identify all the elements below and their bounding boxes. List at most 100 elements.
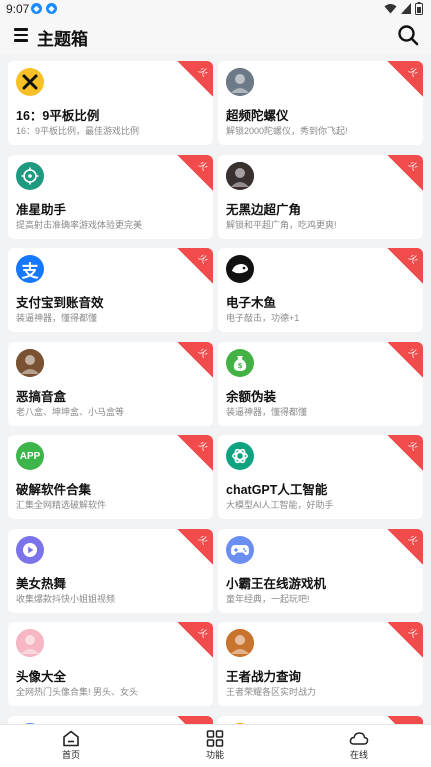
tab-online[interactable]: 在线 <box>329 730 389 761</box>
hot-badge: 火 <box>387 622 423 658</box>
feature-card[interactable]: 电子木鱼电子敲击，功德+1 火 <box>218 248 423 332</box>
bottom-tab-bar: 首页 功能 在线 <box>0 724 431 767</box>
feature-card-title: 头像大全 <box>16 670 67 684</box>
hot-badge-label: 火 <box>406 65 420 79</box>
feature-card-title: 超频陀螺仪 <box>226 109 289 123</box>
feature-card-description: 解锁2000陀螺仪，秀到你飞起! <box>226 126 348 136</box>
feature-card[interactable]: 王者战力查询 王者荣耀各区实时战力 火 <box>218 622 423 706</box>
feature-card[interactable]: 小霸王在线游戏机童年经典，一起玩吧! 火 <box>218 528 423 613</box>
signal-icon <box>401 3 411 14</box>
player-avatar-icon <box>226 68 254 96</box>
hot-badge: 火 <box>387 528 423 565</box>
feature-card-title: 恶搞音盒 <box>16 389 67 404</box>
feature-card-description: 提高射击准确率游戏体验更完美 <box>16 219 143 230</box>
feature-card-description: 全网热门头像合集! 男头、女头 <box>16 687 139 697</box>
feature-card[interactable]: chatGPT人工智能大模型AI人工智能，好助手 火 <box>218 435 423 519</box>
home-icon <box>63 730 79 747</box>
feature-card[interactable]: 头像大全全网热门头像合集! 男头、女头 火 <box>8 622 213 706</box>
hot-badge: 火 <box>387 154 423 191</box>
feature-card[interactable]: 准星助手 提高射击准确率游戏体验更完美 火 <box>8 154 213 239</box>
hot-badge: 火 <box>177 622 213 658</box>
hot-badge-label: 火 <box>406 626 420 640</box>
feature-card-title: 支付宝到账音效 <box>16 296 104 310</box>
app-icon: APP <box>16 442 44 470</box>
openai-icon <box>226 442 254 470</box>
girl-avatar-icon <box>16 629 44 657</box>
status-icons <box>384 2 423 15</box>
grid-icon <box>206 730 224 747</box>
feature-card-description: 装逼神器，懂得都懂 <box>226 406 308 417</box>
hot-badge-label: 火 <box>196 345 210 360</box>
hot-badge-label: 火 <box>196 252 210 266</box>
status-time: 9:07 <box>6 2 30 16</box>
feature-card-partial[interactable] <box>218 715 423 724</box>
feature-card-partial[interactable] <box>8 715 213 724</box>
feature-card[interactable]: 无黑边超广角解锁和平超广角，吃鸡更爽! 火 <box>218 154 423 239</box>
crosshair-icon <box>16 161 44 190</box>
man-avatar-icon <box>16 348 44 377</box>
tab-functions-label: 功能 <box>205 750 224 760</box>
feature-card-title: chatGPT人工智能 <box>226 483 328 497</box>
feature-card-description: 装逼神器，懂得都懂 <box>16 313 98 323</box>
feature-card[interactable]: 16：9平板比例 16：9平板比例，最佳游戏比例 火 <box>8 61 213 145</box>
feature-card-description: 童年经典，一起玩吧! <box>226 593 310 604</box>
helmet-avatar-icon <box>226 161 254 190</box>
feature-card-title: 王者战力查询 <box>226 670 302 684</box>
feature-card[interactable]: 支支付宝到账音效装逼神器，懂得都懂 火 <box>8 248 213 332</box>
hot-badge: 火 <box>177 341 213 378</box>
feature-card-description: 汇集全网精选破解软件 <box>16 500 107 510</box>
hot-badge-label: 火 <box>196 626 210 640</box>
hot-badge: 火 <box>387 341 423 378</box>
hot-badge: 火 <box>387 248 423 284</box>
feature-card-description: 解锁和平超广角，吃鸡更爽! <box>226 219 337 230</box>
feature-card[interactable]: 美女热舞收集爆款抖快小姐姐视频 火 <box>8 528 213 613</box>
notification-icon: ◆ <box>46 3 57 14</box>
svg-text:$: $ <box>238 362 243 370</box>
tab-home[interactable]: 首页 <box>41 730 101 761</box>
feature-card[interactable]: APP 破解软件合集 汇集全网精选破解软件 火 <box>8 435 213 519</box>
hot-badge-label: 火 <box>406 439 420 453</box>
menu-icon[interactable] <box>14 28 28 42</box>
wooden-fish-icon <box>226 255 254 283</box>
feature-card-description: 收集爆款抖快小姐姐视频 <box>16 593 116 604</box>
alipay-icon: 支 <box>16 255 44 283</box>
feature-card-title: 电子木鱼 <box>226 296 277 310</box>
battery-icon <box>415 2 423 15</box>
feature-card[interactable]: $ 余额伪装 装逼神器，懂得都懂 火 <box>218 341 423 426</box>
feature-card-title: 准星助手 <box>16 202 67 217</box>
feature-card-title: 小霸王在线游戏机 <box>226 576 327 591</box>
feature-card-description: 16：9平板比例，最佳游戏比例 <box>16 126 140 136</box>
hammer-icon <box>16 68 44 96</box>
feature-card-description: 电子敲击，功德+1 <box>226 313 300 323</box>
hot-badge-label: 火 <box>196 439 210 453</box>
notification-icon: ◆ <box>31 3 42 14</box>
hot-badge: 火 <box>177 435 213 471</box>
search-icon[interactable] <box>397 24 419 46</box>
tab-functions[interactable]: 功能 <box>185 730 245 761</box>
money-bag-icon: $ <box>226 348 254 377</box>
feature-card-description: 大模型AI人工智能，好助手 <box>226 500 334 510</box>
hot-badge: 火 <box>177 248 213 284</box>
wifi-icon <box>384 4 397 14</box>
hot-badge: 火 <box>177 528 213 565</box>
hot-badge-label: 火 <box>196 65 210 79</box>
play-icon <box>16 535 44 564</box>
hot-badge-label: 火 <box>406 252 420 266</box>
status-bar: 9:07 ◆ ◆ <box>0 0 431 18</box>
hero-avatar-icon <box>226 629 254 657</box>
feature-card[interactable]: 超频陀螺仪解锁2000陀螺仪，秀到你飞起! 火 <box>218 61 423 145</box>
feature-grid: 16：9平板比例 16：9平板比例，最佳游戏比例火超频陀螺仪 解锁2000陀螺仪，秀… <box>0 54 431 724</box>
feature-card-title: 16：9平板比例 <box>16 109 100 123</box>
hot-badge-label: 火 <box>406 158 420 173</box>
feature-card[interactable]: 恶搞音盒 老八盒、坤坤盒、小马盒等 火 <box>8 341 213 426</box>
app-bar: 主题箱 <box>0 18 431 54</box>
tab-home-label: 首页 <box>61 750 80 760</box>
hot-badge: 火 <box>177 61 213 97</box>
tab-online-label: 在线 <box>349 750 368 760</box>
hot-badge: 火 <box>387 435 423 471</box>
hot-badge <box>177 715 213 724</box>
feature-card-title: 美女热舞 <box>16 576 67 591</box>
feature-card-title: 无黑边超广角 <box>226 202 302 217</box>
page-title: 主题箱 <box>37 30 88 49</box>
hot-badge-label: 火 <box>196 532 210 547</box>
